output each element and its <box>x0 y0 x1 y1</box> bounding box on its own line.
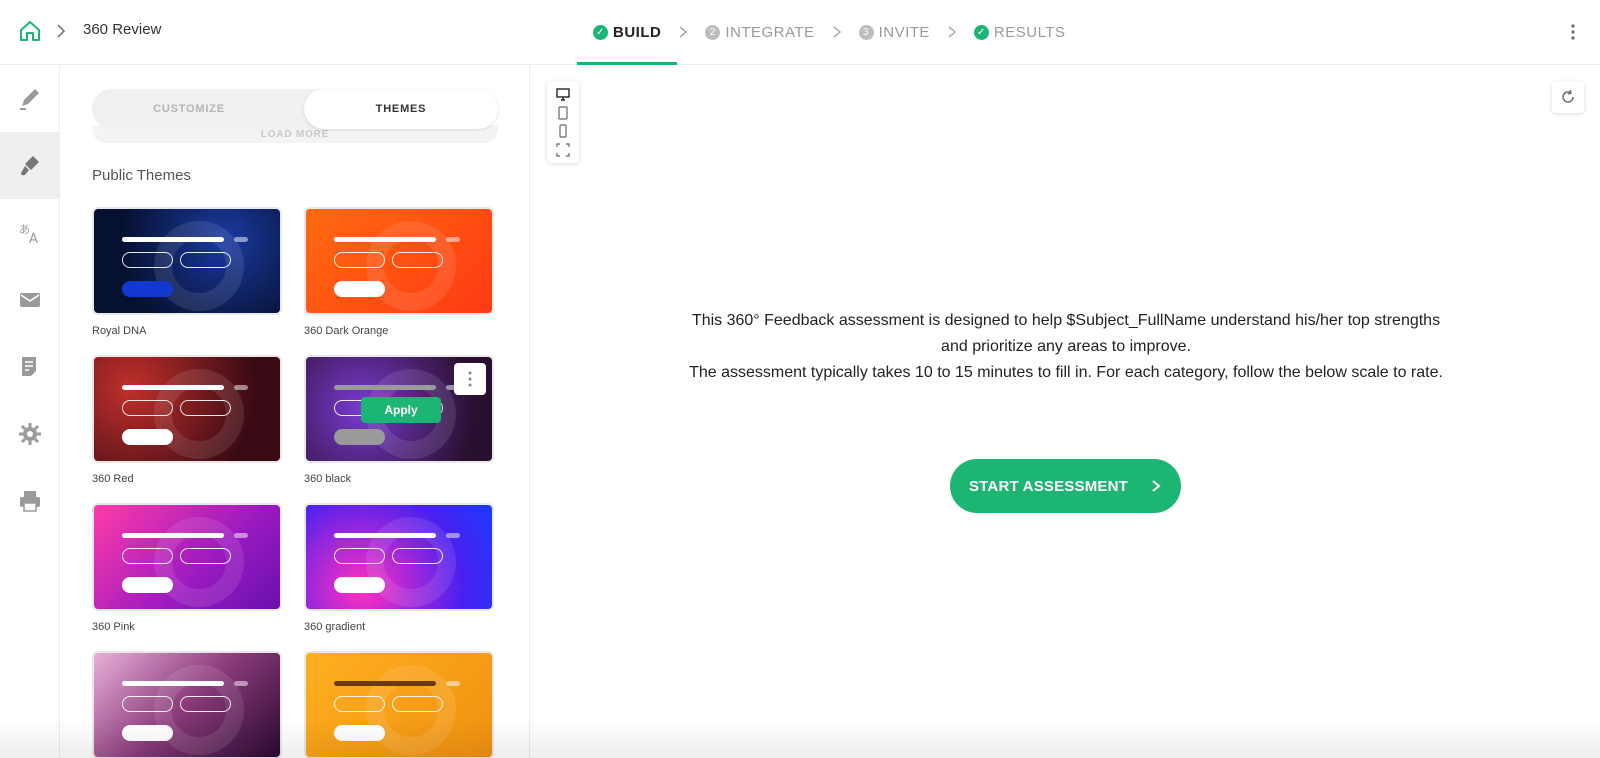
theme-name: 360 gradient <box>304 621 366 633</box>
top-bar: 360 Review ✓ BUILD 2 INTEGRATE 3 INVITE … <box>0 0 1600 65</box>
theme-name: 360 Pink <box>92 621 135 633</box>
more-vertical-icon <box>468 371 472 387</box>
wizard-steps: ✓ BUILD 2 INTEGRATE 3 INVITE ✓ RESULTS <box>577 0 1082 65</box>
theme-name: Royal DNA <box>92 325 147 337</box>
home-icon[interactable] <box>18 19 42 43</box>
intro-line-2: The assessment typically takes 10 to 15 … <box>689 364 1443 381</box>
panel-tabs: CUSTOMIZE THEMES <box>92 89 498 129</box>
icon-rail: あA <box>0 65 60 758</box>
theme-thumbnail[interactable] <box>92 355 282 463</box>
step-number-badge: 2 <box>705 24 721 40</box>
theme-card[interactable]: 360 Dark Orange <box>304 207 494 337</box>
theme-name: 360 Red <box>92 473 134 485</box>
refresh-icon <box>1562 89 1574 103</box>
theme-thumbnail[interactable] <box>92 207 282 315</box>
chevron-right-icon <box>679 26 688 38</box>
assessment-intro: This 360° Feedback assessment is designe… <box>686 308 1446 386</box>
tablet-icon[interactable] <box>556 106 570 120</box>
section-title: Public Themes <box>92 167 191 184</box>
theme-card[interactable]: 360 Red <box>92 355 282 485</box>
device-switcher <box>547 81 579 163</box>
theme-card[interactable] <box>304 651 494 758</box>
theme-name: 360 black <box>304 473 352 485</box>
report-icon <box>21 356 36 376</box>
rail-item-print[interactable] <box>0 467 59 534</box>
start-assessment-label: START ASSESSMENT <box>968 477 1129 495</box>
theme-card[interactable] <box>92 651 282 758</box>
mobile-icon[interactable] <box>556 124 570 138</box>
svg-text:A: A <box>29 232 38 246</box>
rail-item-settings[interactable] <box>0 400 59 467</box>
theme-card[interactable]: 360 Pink <box>92 503 282 633</box>
check-icon: ✓ <box>973 24 989 40</box>
fullscreen-icon[interactable] <box>556 143 570 157</box>
theme-thumbnail[interactable] <box>92 503 282 611</box>
breadcrumb-title: 360 Review <box>83 21 162 38</box>
rail-item-email[interactable] <box>0 266 59 333</box>
theme-thumbnail[interactable] <box>92 651 282 758</box>
step-integrate[interactable]: 2 INTEGRATE <box>689 0 830 64</box>
apply-theme-button[interactable]: Apply <box>361 397 441 423</box>
theme-thumbnail[interactable] <box>304 651 494 758</box>
refresh-button[interactable] <box>1552 81 1584 113</box>
tab-customize[interactable]: CUSTOMIZE <box>92 89 286 129</box>
desktop-icon[interactable] <box>556 87 570 101</box>
more-vertical-icon[interactable] <box>1570 22 1576 42</box>
gear-icon <box>18 422 41 445</box>
rail-item-translate[interactable]: あA <box>0 199 59 266</box>
chevron-right-icon <box>57 24 66 38</box>
step-build[interactable]: ✓ BUILD <box>577 0 678 65</box>
pencil-icon <box>19 88 39 110</box>
theme-card[interactable]: Royal DNA <box>92 207 282 337</box>
theme-panel: LOAD MORE CUSTOMIZE THEMES Public Themes… <box>60 65 530 758</box>
step-number-badge: 3 <box>858 24 874 40</box>
rail-item-edit[interactable] <box>0 65 59 132</box>
step-results[interactable]: ✓ RESULTS <box>958 0 1082 64</box>
chevron-right-icon <box>1152 480 1161 492</box>
check-icon: ✓ <box>593 24 608 40</box>
step-invite-label: INVITE <box>878 23 930 41</box>
printer-icon <box>19 490 40 512</box>
theme-name: 360 Dark Orange <box>304 325 389 337</box>
step-integrate-label: INTEGRATE <box>725 23 815 41</box>
rail-item-themes[interactable] <box>0 132 59 199</box>
step-build-label: BUILD <box>613 23 662 41</box>
theme-card[interactable]: Apply 360 black <box>304 355 494 485</box>
intro-line-1: This 360° Feedback assessment is designe… <box>691 312 1441 355</box>
step-results-label: RESULTS <box>993 23 1066 41</box>
tab-themes[interactable]: THEMES <box>304 89 498 129</box>
theme-card[interactable]: 360 gradient <box>304 503 494 633</box>
start-assessment-button[interactable]: START ASSESSMENT <box>950 459 1181 513</box>
theme-menu-button[interactable] <box>454 363 486 395</box>
paint-brush-icon <box>20 155 39 175</box>
chevron-right-icon <box>948 26 957 38</box>
step-invite[interactable]: 3 INVITE <box>843 0 946 64</box>
translate-icon: あA <box>19 223 38 246</box>
preview-area: This 360° Feedback assessment is designe… <box>531 65 1600 758</box>
chevron-right-icon <box>833 26 841 38</box>
mail-icon <box>19 292 40 307</box>
theme-thumbnail[interactable]: Apply <box>304 355 494 463</box>
theme-thumbnail[interactable] <box>304 503 494 611</box>
theme-thumbnail[interactable] <box>304 207 494 315</box>
rail-item-report[interactable] <box>0 333 59 400</box>
